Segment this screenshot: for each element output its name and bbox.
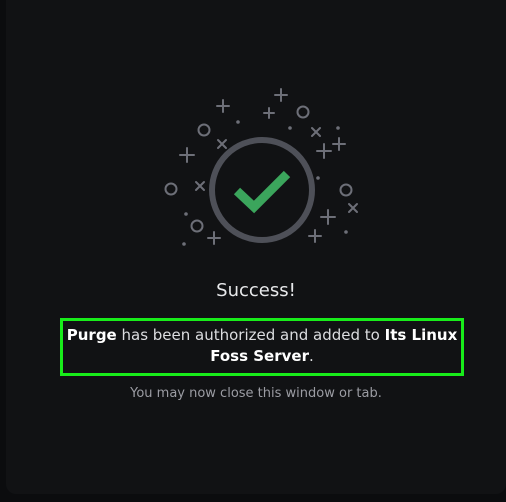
success-checkmark-icon (164, 88, 358, 246)
message-middle-text: has been authorized and added to (116, 326, 385, 344)
authorization-message: Purge has been authorized and added to I… (60, 318, 464, 376)
success-ring (209, 137, 315, 243)
authorization-panel: Success! Purge has been authorized and a… (6, 0, 506, 494)
close-window-note: You may now close this window or tab. (130, 386, 382, 401)
success-illustration (156, 82, 368, 254)
bot-name: Purge (66, 326, 117, 344)
sparkle-decoration (164, 88, 358, 245)
message-end-text: . (308, 347, 314, 365)
checkmark-icon (233, 170, 291, 214)
success-title: Success! (216, 280, 296, 301)
